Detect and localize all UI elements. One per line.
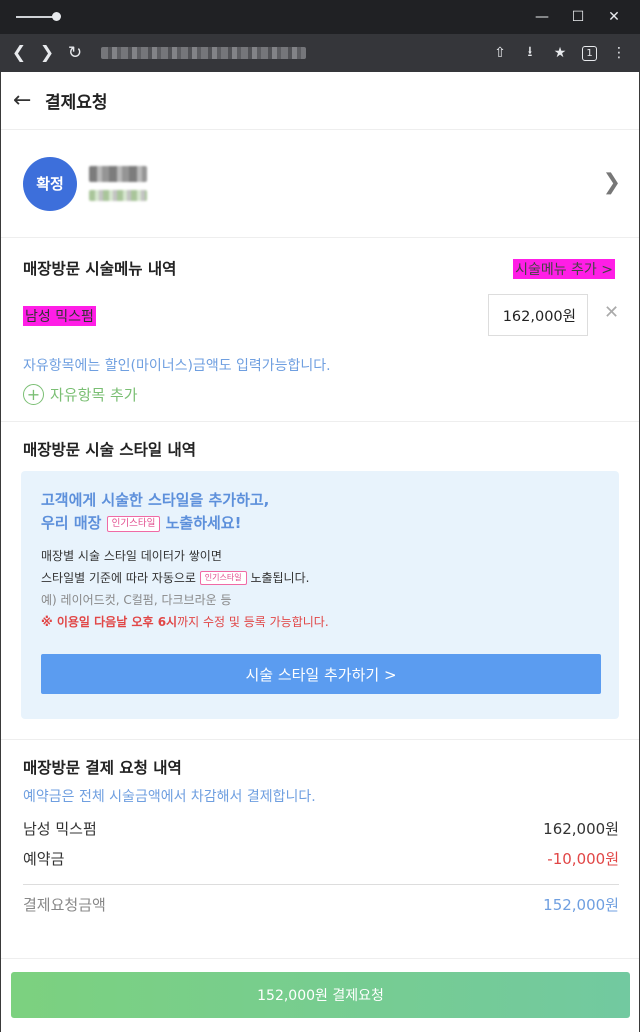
browser-toolbar: ❮ ❯ ↻ ⇧ ⭳ ★ 1 ⋮: [0, 34, 640, 72]
promo-line1: 고객에게 시술한 스타일을 추가하고,: [41, 491, 270, 509]
menu-section: 매장방문 시술메뉴 내역 시술메뉴 추가 > 남성 믹스펌 162,000원 ✕…: [1, 238, 639, 422]
bookmark-star-icon[interactable]: ★: [545, 39, 575, 67]
add-menu-link[interactable]: 시술메뉴 추가 >: [513, 259, 615, 279]
menu-kebab-icon[interactable]: ⋮: [604, 39, 634, 67]
payment-total-amount: 152,000원: [543, 896, 619, 914]
menu-item-name: 남성 믹스펌: [23, 306, 96, 326]
share-icon[interactable]: ⇧: [485, 39, 515, 67]
minimize-icon[interactable]: —: [524, 6, 560, 28]
request-payment-button[interactable]: 152,000원 결제요청: [11, 972, 630, 1018]
menu-section-title: 매장방문 시술메뉴 내역: [23, 260, 177, 278]
popular-style-pill-small: 인기스타일: [199, 571, 247, 585]
promo-warning-bold: ※ 이용일 다음날 오후 6시: [41, 615, 178, 629]
add-style-button[interactable]: 시술 스타일 추가하기 >: [41, 654, 601, 694]
add-free-item-label: 자유항목 추가: [50, 386, 138, 404]
payment-row-amount: -10,000원: [547, 850, 619, 868]
install-icon[interactable]: ⭳: [515, 39, 545, 67]
toolbar-actions: ⇧ ⭳ ★ 1 ⋮: [485, 39, 634, 67]
promo-heading: 고객에게 시술한 스타일을 추가하고, 우리 매장 인기스타일 노출하세요!: [41, 489, 269, 535]
free-item-hint: 자유항목에는 할인(마이너스)금액도 입력가능합니다.: [23, 358, 331, 374]
plus-circle-icon: +: [23, 384, 44, 405]
back-arrow-icon[interactable]: ←: [13, 88, 37, 113]
forward-icon[interactable]: ❯: [33, 39, 61, 67]
back-icon[interactable]: ❮: [5, 39, 33, 67]
payment-row: 남성 믹스펌 162,000원: [23, 818, 619, 839]
promo-body-line2-suffix: 노출됩니다.: [250, 571, 310, 585]
maximize-icon[interactable]: ☐: [560, 6, 596, 28]
promo-example: 예) 레이어드컷, C컬펌, 다크브라운 등: [41, 593, 232, 607]
page-header: ← 결제요청: [1, 72, 639, 130]
payment-total-label: 결제요청금액: [23, 896, 106, 914]
promo-warning-rest: 까지 수정 및 등록 가능합니다.: [177, 615, 329, 629]
payment-section: 매장방문 결제 요청 내역 예약금은 전체 시술금액에서 차감해서 결제합니다.…: [1, 740, 639, 960]
promo-body: 매장별 시술 스타일 데이터가 쌓이면 스타일별 기준에 따라 자동으로 인기스…: [41, 545, 329, 633]
divider: [23, 884, 619, 885]
payment-total-row: 결제요청금액 152,000원: [23, 894, 619, 915]
style-section: 매장방문 시술 스타일 내역 고객에게 시술한 스타일을 추가하고, 우리 매장…: [1, 422, 639, 740]
menu-item-price-input[interactable]: 162,000원: [488, 294, 588, 336]
customer-name-redacted: [89, 166, 147, 182]
reload-icon[interactable]: ↻: [61, 39, 89, 67]
browser-titlebar: — ☐ ✕: [0, 0, 640, 34]
page: ← 결제요청 확정 ❯ 매장방문 시술메뉴 내역 시술메뉴 추가 > 남성 믹스…: [0, 72, 640, 1032]
address-bar[interactable]: [101, 47, 306, 59]
customer-info: [89, 166, 147, 201]
window-controls: — ☐ ✕: [524, 6, 632, 28]
deposit-note: 예약금은 전체 시술금액에서 차감해서 결제합니다.: [23, 789, 316, 805]
footer-bar: 152,000원 결제요청: [1, 958, 639, 1032]
payment-row-label: 예약금: [23, 850, 65, 868]
add-free-item-button[interactable]: + 자유항목 추가: [23, 384, 138, 405]
remove-item-icon[interactable]: ✕: [604, 302, 619, 323]
popular-style-pill: 인기스타일: [106, 516, 161, 532]
style-promo-box: 고객에게 시술한 스타일을 추가하고, 우리 매장 인기스타일 노출하세요! 매…: [21, 471, 619, 719]
payment-section-title: 매장방문 결제 요청 내역: [23, 759, 182, 777]
customer-detail-redacted: [89, 190, 147, 201]
window-slider-track[interactable]: [16, 16, 56, 18]
payment-row-amount: 162,000원: [543, 820, 619, 838]
promo-body-line2-prefix: 스타일별 기준에 따라 자동으로: [41, 571, 196, 585]
close-icon[interactable]: ✕: [596, 6, 632, 28]
payment-row-label: 남성 믹스펌: [23, 820, 97, 838]
style-section-title: 매장방문 시술 스타일 내역: [23, 441, 197, 459]
promo-line2-prefix: 우리 매장: [41, 514, 102, 532]
promo-warning: ※ 이용일 다음날 오후 6시까지 수정 및 등록 가능합니다.: [41, 611, 329, 633]
tab-count-icon[interactable]: 1: [582, 45, 597, 61]
customer-row[interactable]: 확정 ❯: [1, 130, 639, 238]
promo-line2-suffix: 노출하세요!: [165, 514, 242, 532]
promo-body-line2: 스타일별 기준에 따라 자동으로 인기스타일 노출됩니다.: [41, 567, 329, 589]
page-title: 결제요청: [45, 93, 108, 113]
status-badge: 확정: [23, 156, 77, 211]
promo-body-line1: 매장별 시술 스타일 데이터가 쌓이면: [41, 549, 222, 563]
promo-line2: 우리 매장 인기스타일 노출하세요!: [41, 512, 269, 535]
payment-row: 예약금 -10,000원: [23, 848, 619, 869]
window-slider-thumb[interactable]: [52, 12, 61, 21]
chevron-right-icon[interactable]: ❯: [603, 170, 621, 195]
